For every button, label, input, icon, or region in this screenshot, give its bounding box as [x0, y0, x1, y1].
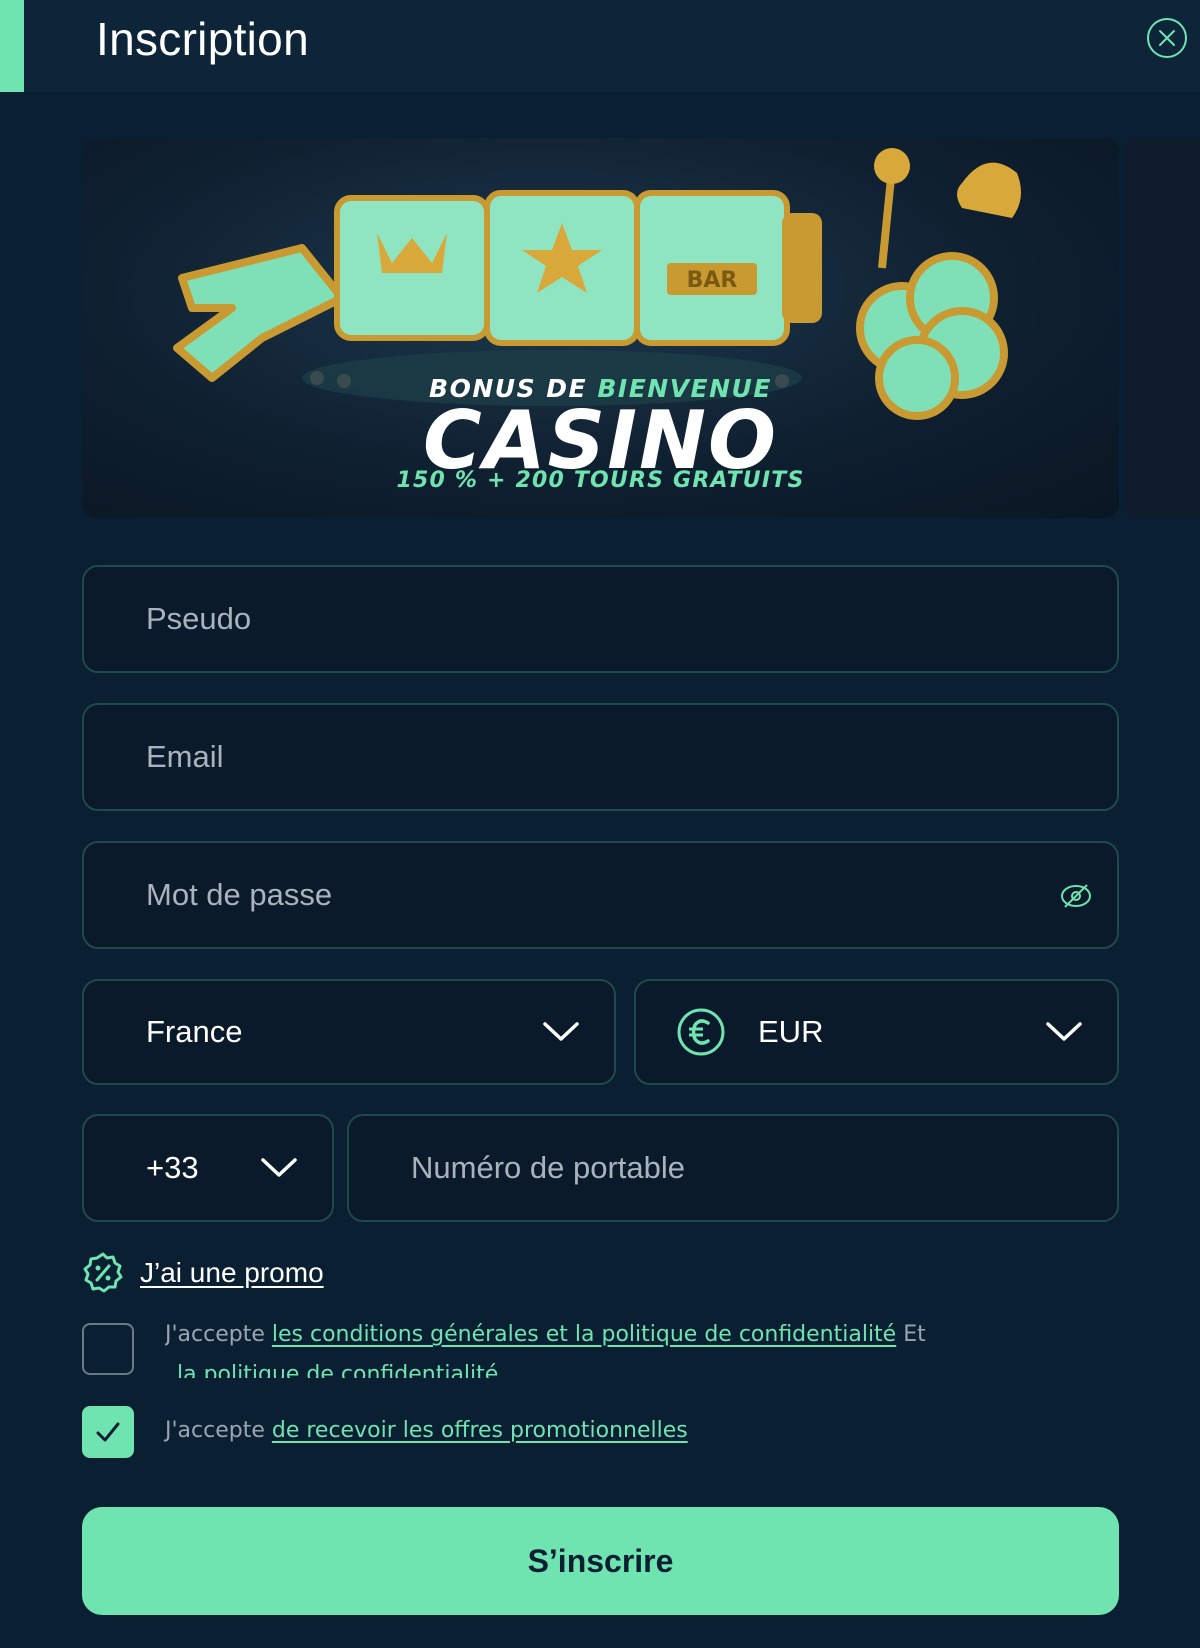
password-placeholder: Mot de passe [146, 877, 333, 912]
offers-prefix: J'accepte [165, 1418, 265, 1443]
header-accent-bar [0, 0, 24, 92]
close-icon [1159, 30, 1175, 46]
currency-select[interactable]: EUR [634, 979, 1119, 1085]
next-banner-peek[interactable] [1124, 138, 1200, 518]
dial-code-select[interactable]: +33 [82, 1114, 334, 1222]
chevron-down-icon [261, 1158, 297, 1177]
currency-value: EUR [758, 1014, 824, 1049]
eye-off-icon[interactable] [1059, 879, 1093, 913]
modal-title: Inscription [96, 13, 309, 65]
euro-icon [677, 1008, 725, 1056]
offers-text: J'accepte de recevoir les offres promoti… [165, 1418, 688, 1443]
chevron-down-icon [1046, 1022, 1082, 1041]
reel-bar-symbol: BAR [687, 268, 738, 293]
country-value: France [146, 1014, 243, 1049]
check-icon [96, 1422, 120, 1442]
terms-link[interactable]: les conditions générales et la politique… [272, 1322, 896, 1347]
privacy-link[interactable]: la politique de confidentialité [177, 1362, 498, 1378]
username-placeholder: Pseudo [146, 601, 252, 636]
terms-suffix: Et [903, 1322, 926, 1347]
promo-toggle[interactable]: J’ai une promo [82, 1252, 324, 1294]
chevron-down-icon [543, 1022, 579, 1041]
dial-code-value: +33 [146, 1150, 199, 1185]
email-placeholder: Email [146, 739, 224, 774]
terms-line-2: la politique de confidentialité [177, 1362, 498, 1378]
terms-checkbox[interactable] [82, 1323, 134, 1375]
banner-offer: 150 % + 200 TOURS GRATUITS [396, 468, 805, 493]
password-field[interactable]: Mot de passe [82, 841, 1119, 949]
username-field[interactable]: Pseudo [82, 565, 1119, 673]
phone-field[interactable]: Numéro de portable [347, 1114, 1119, 1222]
phone-placeholder: Numéro de portable [411, 1150, 685, 1185]
welcome-bonus-banner[interactable]: BAR BONUS DE BIENVENUE CASINO 150 % + 20… [82, 138, 1119, 518]
register-button[interactable]: S’inscrire [82, 1507, 1119, 1615]
terms-text-block: J'accepte les conditions générales et la… [165, 1322, 1065, 1378]
terms-line-1: J'accepte les conditions générales et la… [165, 1322, 926, 1347]
promo-badge-icon [83, 1252, 123, 1293]
modal-header: Inscription [0, 0, 1200, 92]
promo-label[interactable]: J’ai une promo [140, 1257, 324, 1289]
offers-checkbox[interactable] [82, 1406, 134, 1458]
terms-prefix: J'accepte [165, 1322, 265, 1347]
email-field[interactable]: Email [82, 703, 1119, 811]
offers-link[interactable]: de recevoir les offres promotionnelles [272, 1418, 688, 1443]
close-button[interactable] [1147, 18, 1187, 58]
country-select[interactable]: France [82, 979, 616, 1085]
